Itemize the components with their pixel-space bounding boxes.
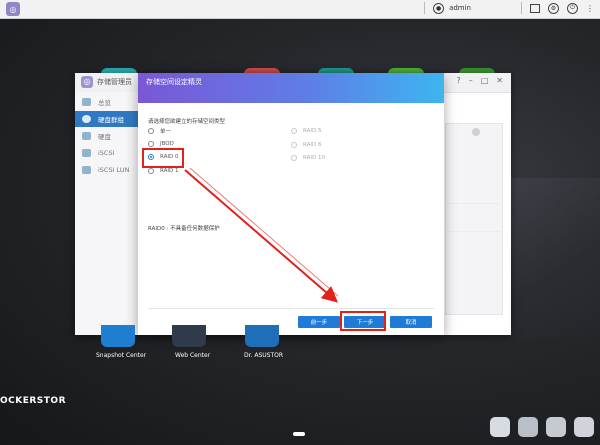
option-label: RAID 6 [303, 142, 322, 148]
settings-icon[interactable]: ⚙ [548, 2, 559, 14]
dock-label: Snapshot Center [96, 352, 147, 359]
next-highlight [340, 311, 386, 331]
volume-setup-wizard: 存储空间设定精灵 请选择您欲建立的存储空间类型 单一 JBOD RAID 0 R… [138, 73, 444, 335]
radio-button[interactable] [148, 141, 154, 147]
option-label: 单一 [160, 129, 172, 135]
tray-icon[interactable] [546, 417, 566, 437]
tray-icon[interactable] [518, 417, 538, 437]
wizard-title: 存储空间设定精灵 [146, 78, 202, 86]
menu-icon[interactable]: ⋮ [586, 4, 594, 13]
volume-icon [82, 115, 91, 123]
collapse-icon[interactable] [472, 128, 480, 136]
sidebar-item-label: iSCSI [98, 149, 115, 157]
username-label: admin [449, 4, 471, 12]
sidebar-item-label: iSCSI LUN [98, 166, 130, 174]
user-icon: ● [433, 2, 445, 14]
raid-option-raid10[interactable]: RAID 10 [291, 155, 325, 161]
page-indicator[interactable] [293, 432, 305, 436]
raid-option-jbod[interactable]: JBOD [148, 141, 174, 147]
user-menu[interactable]: ● admin [433, 2, 471, 14]
iscsi-lun-icon [82, 166, 91, 174]
brand-logo: OCKERSTOR [0, 396, 67, 406]
raid0-highlight [142, 148, 184, 168]
radio-button[interactable] [148, 168, 154, 174]
divider [445, 203, 501, 204]
radio-button[interactable] [291, 155, 297, 161]
divider [148, 308, 434, 309]
sidebar-item-volume[interactable]: 硬盘群组 [75, 111, 139, 127]
storage-manager-icon: ◎ [81, 76, 93, 88]
top-bar: ◎ ● admin ⚙ ⏻ ⋮ [0, 0, 600, 19]
overview-icon [82, 98, 91, 106]
divider [521, 2, 522, 14]
cancel-button[interactable]: 取消 [390, 316, 432, 328]
sidebar-item-label: 总览 [98, 99, 111, 107]
sidebar-item-iscsi-lun[interactable]: iSCSI LUN [75, 162, 139, 178]
window-controls: ? – □ ✕ [456, 76, 503, 85]
volume-detail-panel [445, 123, 503, 315]
radio-button[interactable] [148, 128, 154, 134]
power-icon[interactable]: ⏻ [567, 2, 578, 14]
snapshot-center-icon[interactable] [101, 325, 135, 347]
tray-icon[interactable] [574, 417, 594, 437]
option-label: JBOD [160, 141, 174, 147]
divider [445, 231, 501, 232]
sidebar-item-overview[interactable]: 总览 [75, 94, 139, 110]
raid-option-single[interactable]: 单一 [148, 127, 171, 135]
home-icon[interactable]: ◎ [6, 2, 20, 16]
top-bar-right: ● admin ⚙ ⏻ ⋮ [424, 2, 594, 14]
sidebar-item-label: 硬盘群组 [98, 116, 124, 124]
raid-option-raid6[interactable]: RAID 6 [291, 142, 321, 148]
sidebar: 总览 硬盘群组 硬盘 iSCSI iSCSI LUN [75, 92, 140, 335]
sidebar-item-label: 硬盘 [98, 133, 111, 141]
help-icon[interactable]: ? [456, 76, 460, 85]
option-label: RAID 5 [303, 128, 322, 134]
dock-label: Dr. ASUSTOR [244, 352, 284, 359]
web-center-icon[interactable] [172, 325, 206, 347]
notes-icon[interactable] [530, 3, 540, 13]
option-label: RAID 10 [303, 155, 325, 161]
corner-tray [490, 417, 594, 437]
option-label: RAID 1 [160, 168, 179, 174]
tray-icon[interactable] [490, 417, 510, 437]
wizard-prompt: 请选择您欲建立的存储空间类型 [148, 119, 226, 125]
radio-button[interactable] [291, 128, 297, 134]
minimize-icon[interactable]: – [469, 76, 473, 85]
maximize-icon[interactable]: □ [481, 76, 489, 85]
wizard-header: 存储空间设定精灵 [138, 73, 444, 103]
radio-button[interactable] [291, 142, 297, 148]
window-title: 存储管理员 [97, 78, 132, 86]
prev-button[interactable]: 前一步 [298, 316, 340, 328]
dock-label: Web Center [175, 352, 211, 359]
sidebar-item-disk[interactable]: 硬盘 [75, 128, 139, 144]
disk-icon [82, 132, 91, 140]
raid-description: RAID0 : 不具备任何数据保护 [148, 226, 220, 232]
divider [424, 2, 426, 14]
dr-asustor-icon[interactable] [245, 325, 279, 347]
raid-option-raid5[interactable]: RAID 5 [291, 128, 321, 134]
iscsi-icon [82, 149, 91, 157]
sidebar-item-iscsi[interactable]: iSCSI [75, 145, 139, 161]
close-icon[interactable]: ✕ [496, 76, 503, 85]
raid-option-raid1[interactable]: RAID 1 [148, 168, 178, 174]
